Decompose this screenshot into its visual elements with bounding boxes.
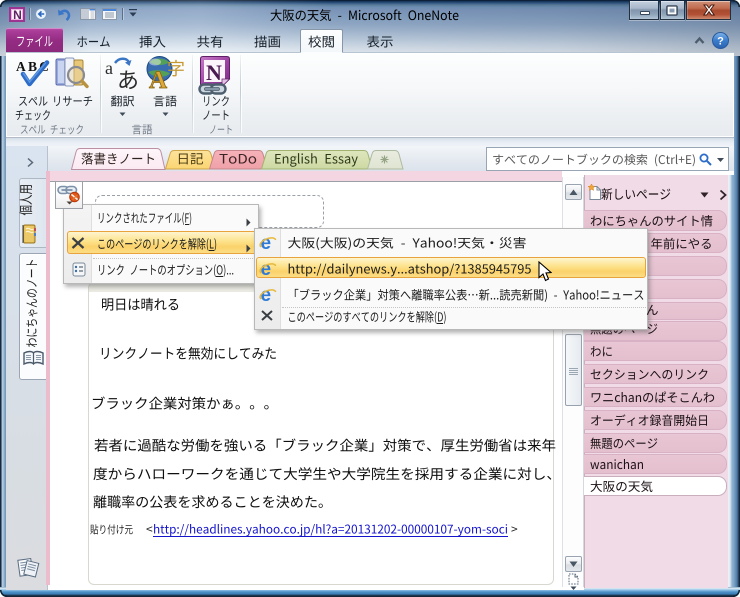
svg-text:?: ?: [717, 36, 724, 48]
svg-text:a: a: [105, 58, 113, 78]
svg-text:N: N: [206, 60, 222, 85]
svg-text:A: A: [149, 67, 167, 92]
